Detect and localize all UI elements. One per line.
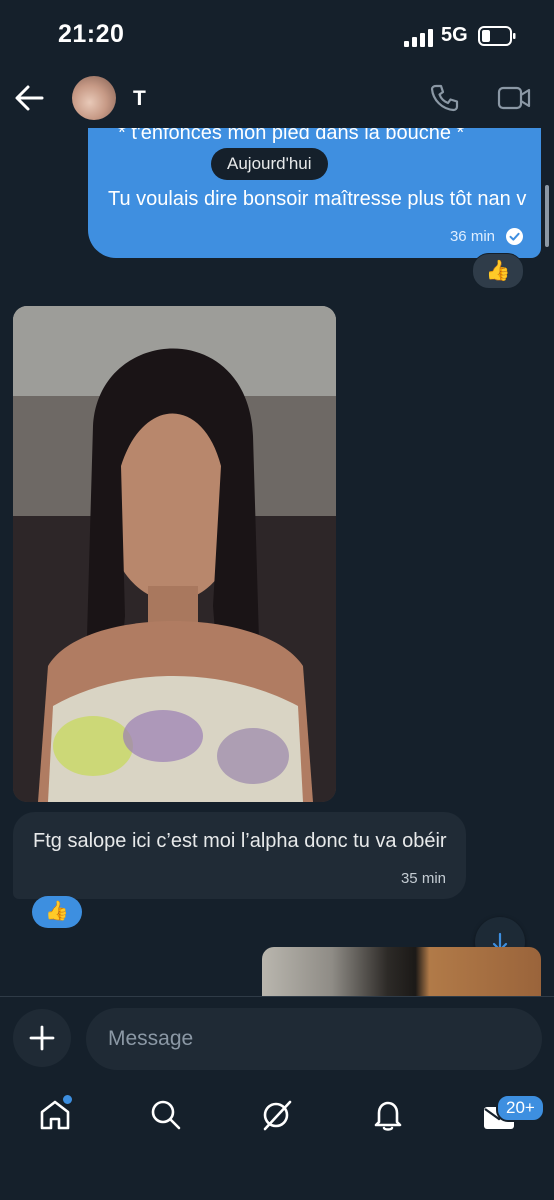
back-arrow-icon[interactable]	[14, 84, 44, 112]
messages-count-badge: 20+	[496, 1094, 545, 1122]
notifications-bell-icon[interactable]	[371, 1098, 405, 1132]
composer-divider	[0, 996, 554, 997]
signal-icon	[404, 29, 433, 47]
received-photo[interactable]	[13, 306, 336, 802]
date-separator: Aujourd'hui	[211, 148, 328, 180]
received-message-text: Ftg salope ici c’est moi l’alpha donc tu…	[33, 830, 447, 852]
contact-name[interactable]: T	[133, 87, 146, 111]
sent-reaction-thumbs-up[interactable]: 👍	[472, 253, 524, 289]
battery-icon	[478, 26, 516, 46]
sent-message-bubble[interactable]: * t'enfonces mon pied dans la bouche * A…	[88, 128, 541, 258]
plus-icon	[29, 1025, 55, 1051]
received-message-bubble[interactable]: Ftg salope ici c’est moi l’alpha donc tu…	[13, 812, 466, 899]
scrollbar[interactable]	[545, 185, 549, 247]
network-label: 5G	[441, 24, 468, 46]
sent-message-text: Tu voulais dire bonsoir maîtresse plus t…	[108, 188, 527, 210]
read-check-icon	[506, 228, 523, 245]
sent-image-partial[interactable]	[262, 947, 541, 996]
add-attachment-button[interactable]	[13, 1009, 71, 1067]
photo-illustration	[13, 306, 336, 802]
status-time: 21:20	[58, 20, 125, 48]
sent-message-time: 36 min	[449, 228, 495, 245]
video-call-icon[interactable]	[497, 86, 531, 110]
home-notification-dot	[61, 1093, 74, 1106]
grok-icon[interactable]	[260, 1098, 294, 1132]
previous-message-text: * t'enfonces mon pied dans la bouche *	[118, 128, 465, 144]
message-input[interactable]	[86, 1008, 542, 1070]
search-icon[interactable]	[149, 1098, 183, 1132]
phone-icon[interactable]	[430, 84, 460, 112]
received-reaction-thumbs-up[interactable]: 👍	[32, 896, 82, 928]
contact-avatar[interactable]	[72, 76, 116, 120]
received-message-time: 35 min	[400, 870, 446, 887]
